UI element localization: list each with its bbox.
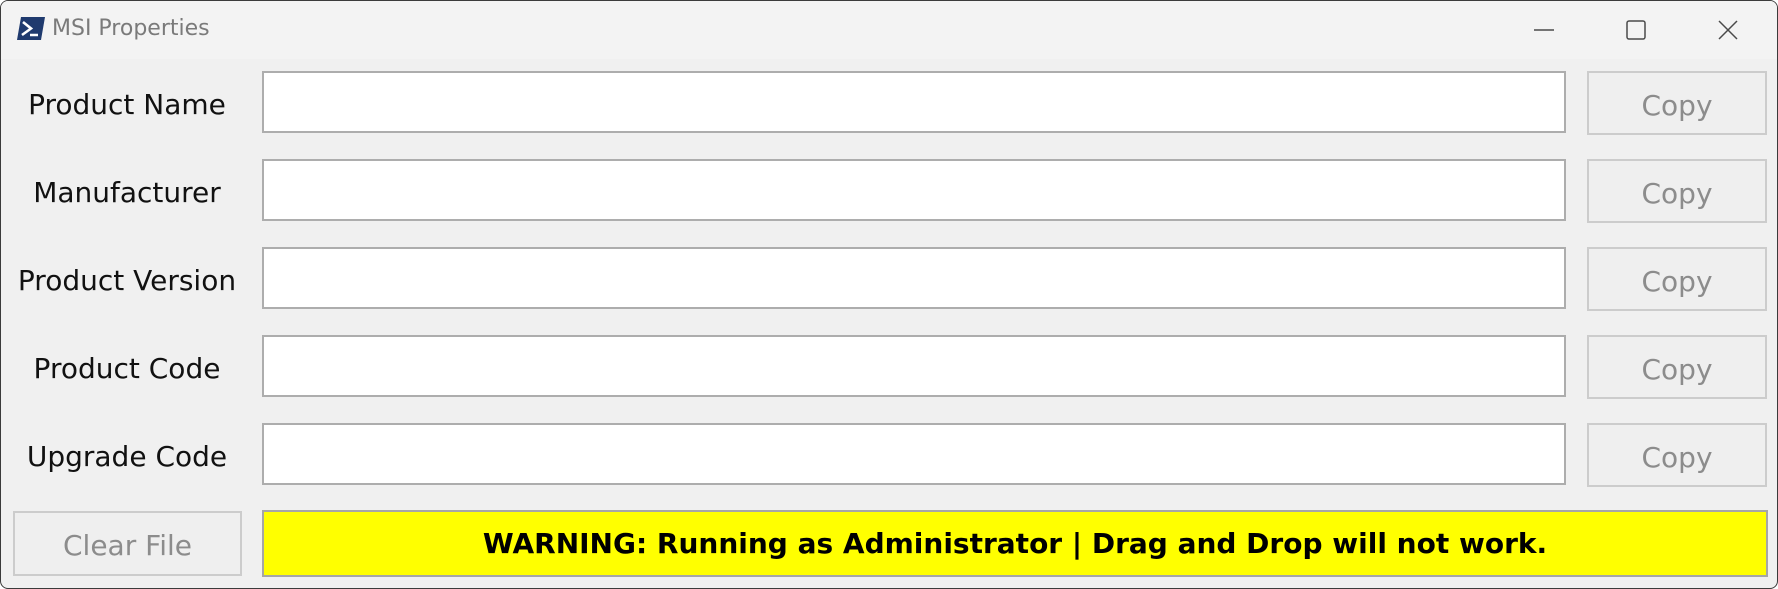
product-version-label: Product Version — [17, 264, 237, 297]
product-name-label: Product Name — [28, 88, 226, 121]
manufacturer-label: Manufacturer — [33, 176, 221, 209]
close-icon — [1718, 20, 1738, 40]
window-title: MSI Properties — [52, 16, 210, 41]
copy-upgrade-code-button[interactable]: Copy — [1587, 423, 1767, 487]
copy-product-name-button[interactable]: Copy — [1587, 71, 1767, 135]
msi-properties-window: MSI Properties Product Name Copy Manufac… — [0, 0, 1778, 589]
minimize-button[interactable] — [1499, 1, 1589, 59]
admin-warning-banner: WARNING: Running as Administrator | Drag… — [262, 510, 1768, 577]
maximize-icon — [1626, 20, 1646, 40]
product-code-label: Product Code — [33, 352, 221, 385]
upgrade-code-field[interactable] — [262, 423, 1566, 485]
copy-product-version-button[interactable]: Copy — [1587, 247, 1767, 311]
product-version-field[interactable] — [262, 247, 1566, 309]
upgrade-code-label: Upgrade Code — [26, 440, 228, 473]
copy-manufacturer-button[interactable]: Copy — [1587, 159, 1767, 223]
close-button[interactable] — [1683, 1, 1773, 59]
powershell-icon — [17, 17, 45, 40]
product-name-field[interactable] — [262, 71, 1566, 133]
clear-file-button[interactable]: Clear File — [13, 511, 242, 576]
copy-product-code-button[interactable]: Copy — [1587, 335, 1767, 399]
manufacturer-field[interactable] — [262, 159, 1566, 221]
maximize-button[interactable] — [1591, 1, 1681, 59]
product-code-field[interactable] — [262, 335, 1566, 397]
title-bar[interactable]: MSI Properties — [1, 1, 1777, 59]
minimize-icon — [1534, 29, 1554, 31]
